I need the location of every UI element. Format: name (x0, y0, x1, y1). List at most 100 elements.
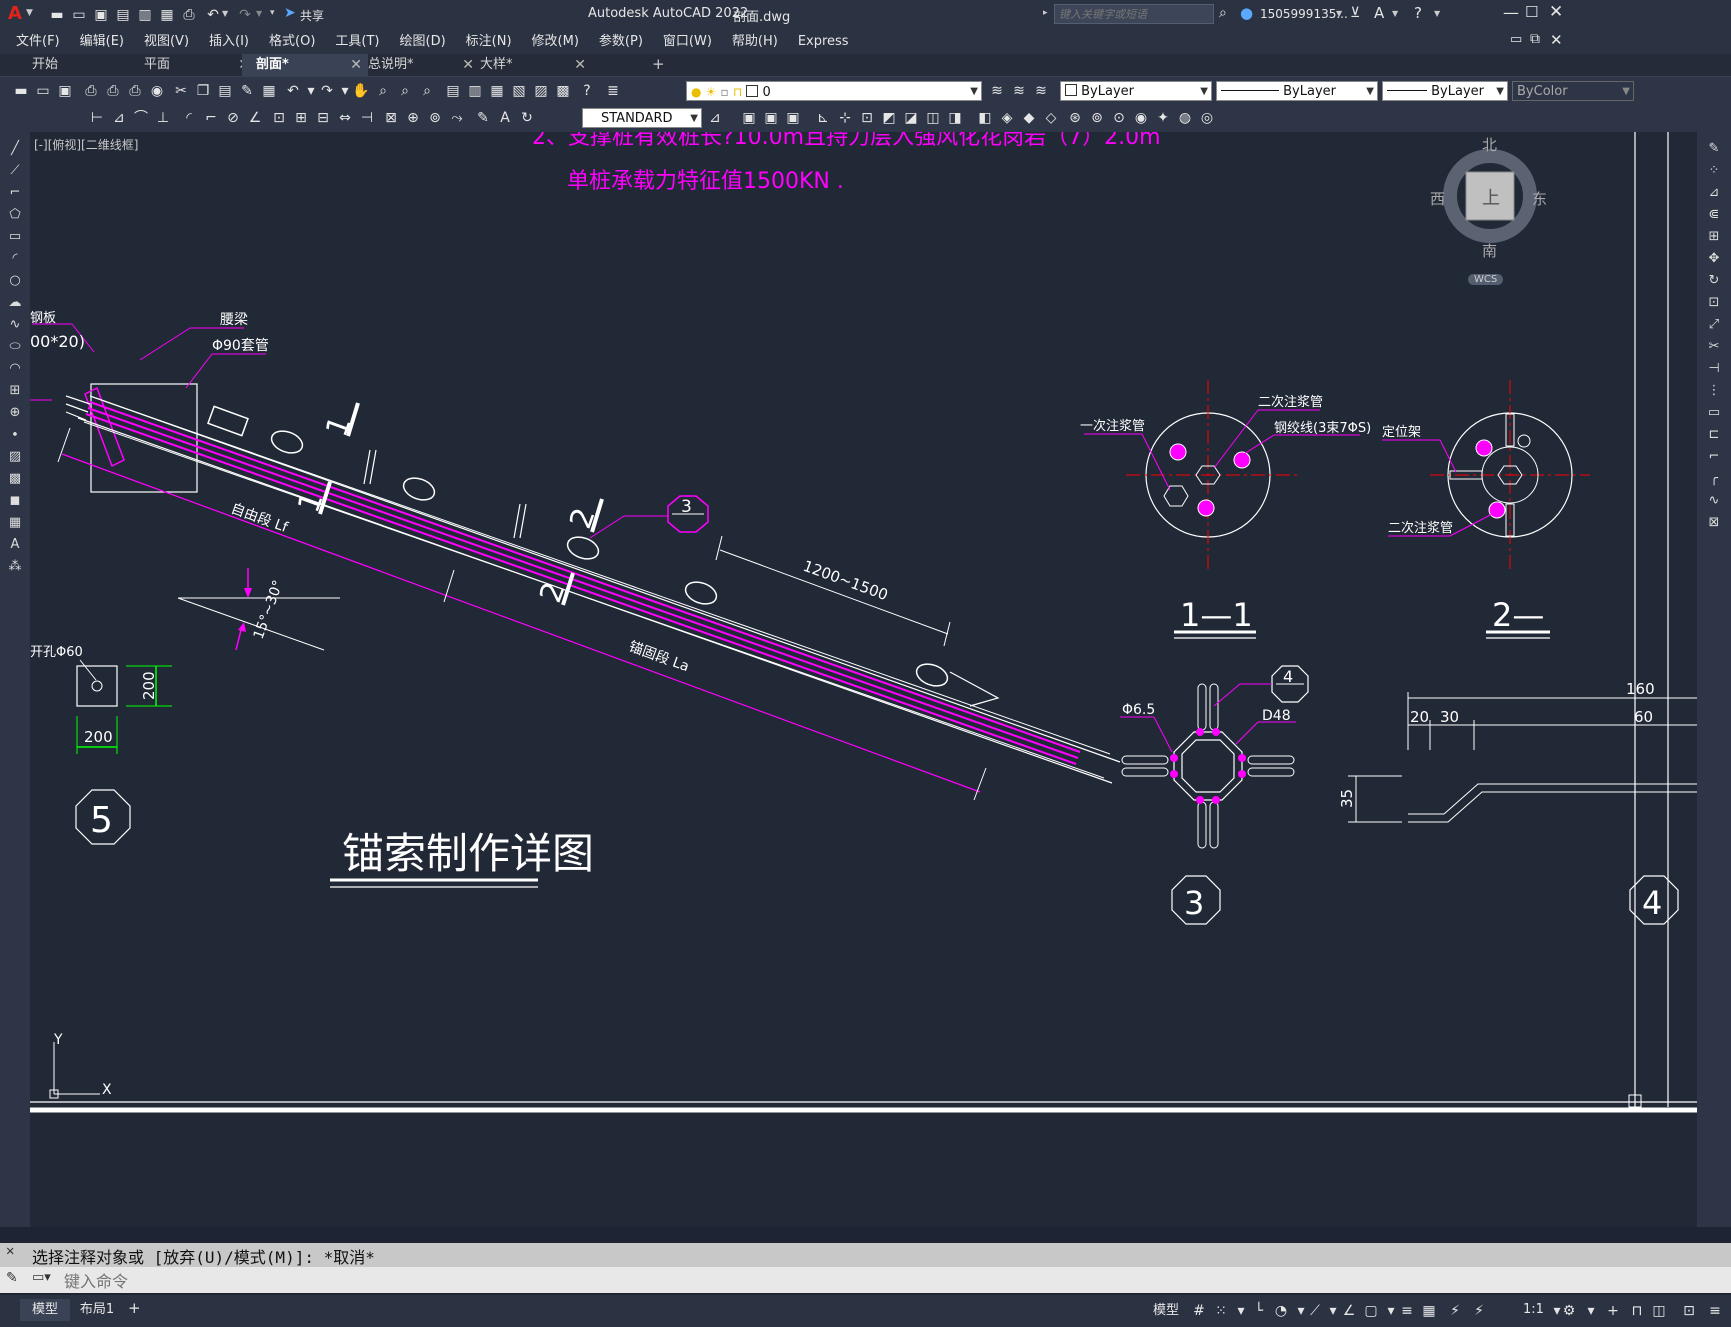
open-web-icon[interactable]: ▥ (136, 6, 154, 24)
plotstyle-combo[interactable]: ByColor ▼ (1512, 81, 1634, 101)
linetype-combo[interactable]: ByLayer ▼ (1216, 81, 1378, 101)
menu-item[interactable]: 视图(V) (134, 30, 199, 54)
publish-icon[interactable]: ⎙ (126, 82, 144, 100)
menu-item[interactable]: 格式(O) (259, 30, 325, 54)
walk-icon[interactable]: ⊚ (1088, 109, 1106, 127)
drawing-canvas[interactable]: [-][俯视][二维线框] 2、支撑桩有效桩长?10.0m且持力层入强风化花岗岩… (30, 132, 1697, 1227)
command-input[interactable] (62, 1269, 1706, 1293)
explode-icon[interactable]: ⊠ (1705, 514, 1723, 532)
open-icon[interactable]: ▭ (34, 82, 52, 100)
construction-line-icon[interactable]: ⟋ (6, 162, 24, 180)
region-icon[interactable]: ◼ (6, 492, 24, 510)
ellipse-icon[interactable]: ⬭ (6, 338, 24, 356)
workspace-icon[interactable]: ⚙ (1560, 1301, 1578, 1321)
3d-print-icon[interactable]: ◉ (148, 82, 166, 100)
jog-line-icon[interactable]: ⤳ (448, 109, 466, 127)
menu-item[interactable]: Express (788, 30, 859, 54)
lineweight-combo[interactable]: ByLayer ▼ (1382, 81, 1508, 101)
snap-icon[interactable]: ⁙ (1212, 1301, 1230, 1321)
dim-update-icon[interactable]: ↻ (518, 109, 536, 127)
erase-icon[interactable]: ✎ (1705, 140, 1723, 158)
dim-jogged-icon[interactable]: ⌐ (202, 109, 220, 127)
compass-north[interactable]: 北 (1482, 134, 1497, 155)
dim-arc-icon[interactable]: ⌒ (132, 109, 150, 127)
circle-icon[interactable]: ○ (6, 272, 24, 290)
dim-aligned-icon[interactable]: ⊿ (110, 109, 128, 127)
plotstyle-dropdown-icon[interactable]: ▼ (1622, 82, 1630, 102)
render-icon[interactable]: ◈ (998, 109, 1016, 127)
search-input[interactable] (1054, 4, 1214, 24)
pan-icon[interactable]: ✋ (352, 82, 370, 100)
wcs-menu[interactable]: WCS (1468, 274, 1504, 285)
command-settings-icon[interactable]: ✎ (6, 1270, 18, 1286)
make-block-icon[interactable]: ⊕ (6, 404, 24, 422)
fly-icon[interactable]: ⊙ (1110, 109, 1128, 127)
polygon-icon[interactable]: ⬠ (6, 206, 24, 224)
user-dropdown-icon[interactable]: ▼ (1336, 9, 1342, 18)
save-web-icon[interactable]: ▦ (158, 6, 176, 24)
linetype-dropdown-icon[interactable]: ▼ (1366, 82, 1374, 102)
match-prop-icon[interactable]: ✎ (238, 82, 256, 100)
dim-baseline-icon[interactable]: ⊞ (292, 109, 310, 127)
autodesk-app-icon[interactable]: A (1374, 4, 1384, 22)
view-front-icon[interactable]: ▣ (762, 109, 780, 127)
undo-dropdown-icon[interactable]: ▼ (222, 9, 228, 18)
help-icon[interactable]: ? (1414, 4, 1422, 22)
ucs-icon[interactable]: ⊾ (814, 109, 832, 127)
break-at-point-icon[interactable]: ⋮ (1705, 382, 1723, 400)
quickcalc-icon[interactable]: ▩ (554, 82, 572, 100)
render-env-icon[interactable]: ◎ (1198, 109, 1216, 127)
tab-details[interactable]: 大样* ✕ (466, 54, 592, 76)
table-icon[interactable]: ▦ (6, 514, 24, 532)
trim-icon[interactable]: ✂ (1705, 338, 1723, 356)
menu-item[interactable]: 工具(T) (325, 30, 389, 54)
undo-icon[interactable]: ↶ (204, 6, 222, 24)
cart-icon[interactable]: ⊻ (1350, 5, 1360, 21)
lineweight-icon[interactable]: ≡ (1398, 1301, 1416, 1321)
ortho-icon[interactable]: └ (1250, 1301, 1268, 1321)
move-icon[interactable]: ✥ (1705, 250, 1723, 268)
layer-dropdown-icon[interactable]: ▼ (970, 82, 978, 102)
copy-icon[interactable]: ❐ (194, 82, 212, 100)
open-file-icon[interactable]: ▭ (70, 6, 88, 24)
compass-east[interactable]: 东 (1532, 188, 1547, 209)
search-icon[interactable]: ⌕ (1219, 5, 1227, 21)
sheet-set-icon[interactable]: ▧ (510, 82, 528, 100)
shade-icon[interactable]: ◧ (976, 109, 994, 127)
close-icon[interactable]: ✕ (1549, 2, 1563, 22)
command-recent-icon[interactable]: ▭▾ (32, 1270, 51, 1285)
user-name[interactable]: 1505999135... (1260, 7, 1348, 21)
dim-ordinate-icon[interactable]: ⊥ (154, 109, 172, 127)
visual-style-icon[interactable]: ◆ (1020, 109, 1038, 127)
compass-west[interactable]: 西 (1430, 188, 1445, 209)
save-icon[interactable]: ▣ (56, 82, 74, 100)
view-3d-icon[interactable]: ▣ (740, 109, 758, 127)
redo-dropdown-icon[interactable]: ▼ (256, 9, 262, 18)
command-close-icon[interactable]: ✕ (6, 1243, 14, 1259)
dim-edit-icon[interactable]: ✎ (474, 109, 492, 127)
dim-style-icon[interactable]: ⊿ (706, 109, 724, 127)
dim-linear-icon[interactable]: ⊢ (88, 109, 106, 127)
customize-qat-icon[interactable]: ▾ (270, 8, 275, 18)
rectangle-icon[interactable]: ▭ (6, 228, 24, 246)
annotation-scale[interactable]: 1:1 (1523, 1302, 1544, 1317)
maximize-icon[interactable]: ☐ (1525, 3, 1538, 21)
dim-continue-icon[interactable]: ⊟ (314, 109, 332, 127)
tab-start[interactable]: 开始 (18, 54, 147, 76)
doc-close-icon[interactable]: ✕ (1550, 31, 1563, 49)
materials-icon[interactable]: ◍ (1176, 109, 1194, 127)
join-icon[interactable]: ⊏ (1705, 426, 1723, 444)
polyline-icon[interactable]: ⌐ (6, 184, 24, 202)
qnew-icon[interactable]: ▬ (12, 82, 30, 100)
tab-close-icon[interactable]: ✕ (574, 54, 586, 76)
menu-item[interactable]: 文件(F) (6, 30, 70, 54)
color-combo[interactable]: ByLayer ▼ (1060, 81, 1212, 101)
dim-space-icon[interactable]: ⇔ (336, 109, 354, 127)
dim-angular-icon[interactable]: ∠ (246, 109, 264, 127)
search-expand-icon[interactable]: ▸ (1043, 8, 1048, 18)
share-icon[interactable]: ➤ (284, 5, 296, 21)
auto-scale-icon[interactable]: ⚡ (1470, 1301, 1488, 1321)
polar-icon[interactable]: ◔ (1272, 1301, 1290, 1321)
point-icon[interactable]: ∙ (6, 426, 24, 444)
make-current-layer-icon[interactable]: ≋ (988, 82, 1006, 100)
